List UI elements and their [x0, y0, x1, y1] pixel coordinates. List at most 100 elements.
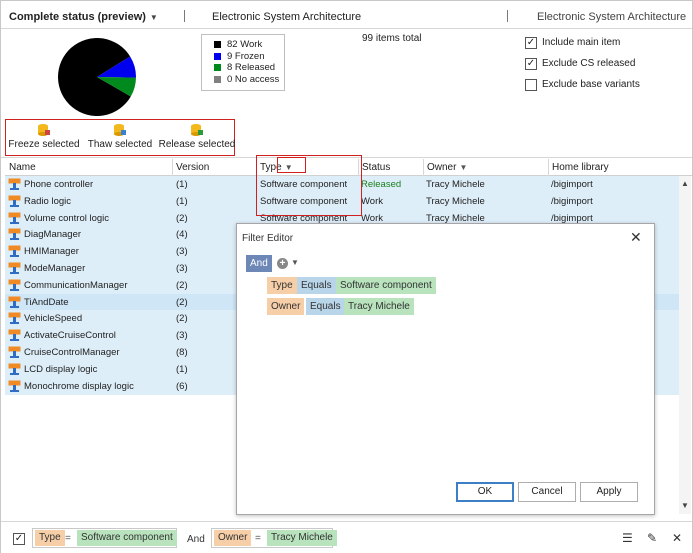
options-panel: ✓ Include main item ✓ Exclude CS released …	[525, 32, 640, 95]
condition-field[interactable]: Type	[267, 277, 297, 294]
software-component-icon	[8, 380, 21, 392]
separator	[507, 10, 508, 22]
column-divider[interactable]	[548, 159, 549, 176]
software-component-icon	[8, 296, 21, 308]
software-component-icon	[8, 195, 21, 207]
scroll-down-icon[interactable]: ▼	[681, 501, 689, 510]
condition-value[interactable]: Tracy Michele	[344, 298, 414, 315]
checkbox-checked[interactable]: ✓	[525, 36, 537, 49]
software-component-icon	[8, 178, 21, 190]
cell-library: /bigimport	[551, 212, 593, 224]
condition-operator[interactable]: Equals	[297, 277, 336, 294]
legend-label: 8 Released	[227, 62, 276, 74]
swatch-frozen	[214, 52, 221, 60]
cell-version: (1)	[176, 363, 188, 375]
dialog-title: Filter Editor	[242, 233, 294, 244]
option-exclude-cs-released[interactable]: ✓ Exclude CS released	[525, 53, 640, 74]
release-selected-button[interactable]: Release selected	[158, 120, 236, 155]
software-component-icon	[8, 329, 21, 342]
cell-name: DiagManager	[24, 229, 82, 241]
filter-enabled-checkbox[interactable]: ✓	[13, 533, 25, 545]
apply-button[interactable]: Apply	[580, 482, 638, 502]
cell-name: ActivateCruiseControl	[24, 330, 116, 342]
cell-name: TiAndDate	[24, 296, 69, 308]
cell-name: ModeManager	[24, 263, 86, 274]
software-component-icon	[8, 346, 21, 358]
legend-label: 82 Work	[227, 39, 263, 51]
ok-button[interactable]: OK	[456, 482, 514, 502]
software-component-icon	[8, 279, 21, 291]
column-divider[interactable]	[423, 159, 424, 176]
status-pie-chart	[58, 38, 136, 117]
legend-label: 9 Frozen	[227, 50, 265, 62]
legend-item-frozen: 9 Frozen	[214, 51, 284, 63]
filter-funnel-icon[interactable]: ▼	[459, 163, 467, 172]
cell-name: Radio logic	[24, 195, 71, 207]
button-label: Thaw selected	[87, 139, 153, 150]
cell-owner: Tracy Michele	[426, 212, 485, 224]
cell-version: (2)	[176, 279, 188, 291]
cancel-button[interactable]: Cancel	[518, 482, 576, 502]
group-operator-and[interactable]: And	[246, 255, 272, 272]
view-selector[interactable]: Complete status (preview) ▼	[9, 11, 158, 23]
cell-name: HMIManager	[24, 246, 79, 258]
cell-version: (4)	[176, 229, 188, 241]
condition-field[interactable]: Owner	[267, 298, 305, 315]
swatch-work	[214, 41, 221, 49]
cell-version: (1)	[176, 195, 188, 207]
database-release-icon	[191, 124, 203, 136]
column-header-status[interactable]: Status	[362, 162, 390, 173]
column-header-owner[interactable]: Owner ▼	[427, 162, 467, 173]
cell-name: Phone controller	[24, 179, 94, 190]
edit-icon[interactable]: ✎	[647, 531, 657, 545]
equals-operator: =	[255, 533, 261, 544]
cell-version: (3)	[176, 246, 188, 258]
option-label: Exclude base variants	[542, 79, 640, 90]
cell-status: Work	[361, 212, 383, 224]
database-lock-icon	[38, 124, 50, 136]
option-include-main-item[interactable]: ✓ Include main item	[525, 32, 640, 53]
column-header-name[interactable]: Name	[9, 162, 36, 173]
scroll-up-icon[interactable]: ▲	[681, 179, 689, 188]
software-component-icon	[8, 228, 21, 241]
chevron-down-icon[interactable]: ▼	[291, 258, 299, 267]
vertical-scrollbar[interactable]: ▲ ▼	[679, 176, 691, 514]
close-icon[interactable]: ✕	[672, 531, 682, 545]
view-title: Complete status (preview)	[9, 11, 146, 23]
freeze-selected-button[interactable]: Freeze selected	[6, 120, 82, 155]
swatch-no-access	[214, 75, 221, 83]
cell-name: Monochrome display logic	[24, 380, 134, 392]
column-header-home-library[interactable]: Home library	[552, 162, 609, 173]
equals-operator: =	[65, 533, 71, 544]
cell-name: LCD display logic	[24, 363, 98, 375]
option-exclude-base-variants[interactable]: Exclude base variants	[525, 74, 640, 95]
cell-owner: Tracy Michele	[426, 195, 485, 207]
software-component-icon	[8, 363, 21, 375]
project-name: Electronic System Architecture	[212, 11, 362, 23]
button-label: Freeze selected	[8, 139, 80, 150]
cell-version: (2)	[176, 212, 188, 224]
checkbox-checked[interactable]: ✓	[525, 57, 537, 70]
highlight-type-column	[256, 155, 362, 216]
thaw-selected-button[interactable]: Thaw selected	[82, 120, 158, 155]
column-divider[interactable]	[172, 159, 173, 176]
database-unlock-icon	[114, 124, 126, 136]
add-condition-icon[interactable]: +	[277, 258, 288, 269]
cell-name: VehicleSpeed	[24, 313, 83, 325]
app-window: Complete status (preview) ▼ Electronic Sy…	[0, 0, 693, 553]
cell-version: (8)	[176, 347, 188, 358]
condition-value[interactable]: Software component	[336, 277, 436, 294]
software-component-icon	[8, 312, 21, 325]
close-icon[interactable]: ✕	[630, 229, 642, 246]
action-toolbar: Freeze selected Thaw selected Release se…	[5, 119, 235, 156]
checkbox-unchecked[interactable]	[525, 78, 537, 91]
legend-item-released: 8 Released	[214, 62, 284, 74]
chevron-down-icon: ▼	[149, 13, 158, 22]
cell-name: Volume control logic	[24, 212, 110, 224]
option-label: Include main item	[542, 37, 621, 48]
highlight-type-filter	[277, 157, 306, 173]
filter-list-icon[interactable]: ☰	[622, 531, 633, 545]
column-header-version[interactable]: Version	[176, 162, 209, 173]
active-filter-bar: ✓ Type = Software component And Owner = …	[1, 521, 692, 553]
condition-operator[interactable]: Equals	[306, 298, 345, 315]
